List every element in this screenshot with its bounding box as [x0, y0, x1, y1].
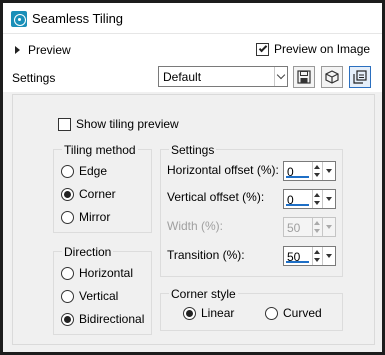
offset-settings-title: Settings: [169, 143, 217, 157]
settings-label: Settings: [12, 71, 56, 85]
tiling-edge-label: Edge: [79, 164, 108, 178]
corner-style-group: Corner style Linear Curved: [160, 287, 343, 331]
direction-horizontal[interactable]: Horizontal: [61, 266, 133, 280]
preview-on-image-checkbox[interactable]: Preview on Image: [256, 42, 370, 56]
spinner-arrows-icon: [312, 218, 321, 236]
offset-settings-group: Settings Horizontal offset (%): 0 Vertic…: [160, 143, 343, 277]
reset-preset-button[interactable]: [321, 66, 343, 88]
radio-mirror[interactable]: [61, 210, 74, 224]
direction-vertical-label: Vertical: [79, 289, 119, 303]
radio-corner[interactable]: [61, 187, 74, 201]
spinner-arrows-icon[interactable]: [312, 190, 321, 208]
copy-settings-icon: [353, 70, 367, 84]
radio-vertical[interactable]: [61, 289, 74, 303]
direction-bidirectional-label: Bidirectional: [79, 312, 145, 326]
vertical-offset-spinner[interactable]: 0: [283, 189, 336, 209]
width-spinner: 50: [283, 217, 336, 237]
transition-label: Transition (%):: [167, 248, 245, 262]
tiling-corner-label: Corner: [79, 187, 116, 201]
corner-style-curved[interactable]: Curved: [265, 306, 322, 320]
direction-horizontal-label: Horizontal: [79, 266, 134, 280]
radio-linear[interactable]: [183, 306, 196, 320]
corner-linear-label: Linear: [201, 306, 235, 320]
tiling-method-mirror[interactable]: Mirror: [61, 210, 110, 224]
preview-label: Preview: [28, 43, 71, 57]
radio-bidirectional[interactable]: [61, 312, 74, 326]
dropdown-arrow-icon[interactable]: [322, 190, 335, 208]
direction-bidirectional[interactable]: Bidirectional: [61, 312, 144, 326]
main-settings-panel: Show tiling preview Tiling method Edge C…: [12, 94, 375, 345]
horizontal-offset-label: Horizontal offset (%):: [167, 163, 279, 177]
reset-preset-icon: [325, 70, 339, 84]
seamless-tiling-dialog: Seamless Tiling Preview Preview on Image…: [3, 3, 382, 352]
spinner-arrows-icon[interactable]: [312, 247, 321, 265]
show-tiling-preview-checkbox[interactable]: Show tiling preview: [58, 117, 179, 131]
chevron-down-icon[interactable]: [274, 67, 287, 86]
dropdown-arrow-icon: [322, 218, 335, 236]
dropdown-arrow-icon[interactable]: [322, 162, 335, 180]
dropdown-arrow-icon[interactable]: [322, 247, 335, 265]
copy-settings-button[interactable]: [349, 66, 371, 88]
show-tiling-preview-label: Show tiling preview: [76, 117, 179, 131]
tiling-mirror-label: Mirror: [79, 210, 111, 224]
checkmark-icon: [258, 43, 267, 53]
expand-arrow-icon: [15, 46, 20, 54]
tiling-method-title: Tiling method: [62, 143, 138, 157]
preview-on-image-label: Preview on Image: [274, 42, 371, 56]
radio-curved[interactable]: [265, 306, 278, 320]
corner-curved-label: Curved: [283, 306, 322, 320]
horizontal-offset-spinner[interactable]: 0: [283, 161, 336, 181]
radio-horizontal[interactable]: [61, 266, 74, 280]
seamless-tiling-app-icon: [11, 11, 27, 27]
radio-edge[interactable]: [61, 164, 74, 178]
preview-on-image-box[interactable]: [256, 42, 269, 56]
spinner-arrows-icon[interactable]: [312, 162, 321, 180]
save-preset-icon: [297, 70, 311, 84]
direction-group: Direction Horizontal Vertical Bidirectio…: [53, 245, 152, 335]
show-tiling-preview-box[interactable]: [58, 117, 71, 131]
save-preset-button[interactable]: [293, 66, 315, 88]
settings-preset-value: Default: [163, 70, 202, 84]
title-bar[interactable]: Seamless Tiling: [3, 3, 382, 34]
direction-title: Direction: [62, 245, 114, 259]
width-label: Width (%):: [167, 219, 224, 233]
width-value: 50: [287, 221, 301, 235]
direction-vertical[interactable]: Vertical: [61, 289, 118, 303]
transition-spinner[interactable]: 50: [283, 246, 336, 266]
tiling-method-corner[interactable]: Corner: [61, 187, 116, 201]
vertical-offset-label: Vertical offset (%):: [167, 190, 265, 204]
preview-expander[interactable]: Preview: [15, 43, 71, 57]
window-title: Seamless Tiling: [32, 11, 124, 26]
tiling-method-group: Tiling method Edge Corner Mirror: [53, 143, 152, 233]
settings-preset-select[interactable]: Default: [158, 66, 288, 87]
corner-style-linear[interactable]: Linear: [183, 306, 234, 320]
corner-style-title: Corner style: [169, 287, 238, 301]
top-bar: Preview Preview on Image Settings Defaul…: [3, 34, 382, 92]
tiling-method-edge[interactable]: Edge: [61, 164, 107, 178]
